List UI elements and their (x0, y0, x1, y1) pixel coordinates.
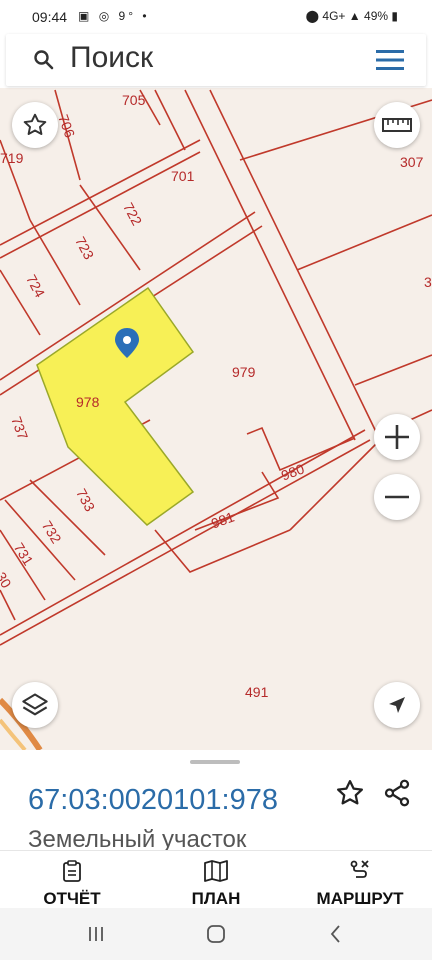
navigation-icon (389, 697, 405, 713)
route-button[interactable]: МАРШРУТ (288, 851, 432, 909)
report-button[interactable]: ОТЧЁТ (0, 851, 144, 909)
favorite-button[interactable] (12, 102, 58, 148)
sheet-drag-handle[interactable] (190, 760, 240, 764)
image-icon: ▣ (78, 9, 93, 23)
parcel-label: 978 (76, 394, 100, 410)
star-icon (23, 113, 47, 135)
action-bar: ОТЧЁТ ПЛАН МАРШРУТ (0, 850, 432, 909)
parcel-label: 979 (232, 364, 256, 380)
system-nav-bar (0, 908, 432, 960)
parcel-map-svg[interactable] (0, 88, 432, 750)
report-label: ОТЧЁТ (43, 889, 101, 908)
route-icon (350, 860, 369, 878)
back-icon[interactable] (324, 922, 348, 946)
recent-apps-icon[interactable] (84, 922, 108, 946)
ruler-icon (382, 118, 412, 132)
zoom-in-icon (385, 425, 409, 449)
plan-label: ПЛАН (191, 889, 241, 908)
status-bar: 09:44 ▣ ◎ 9° • ⬤ 4G+ ▲ 49% ▮ (0, 0, 432, 34)
zoom-out-icon (385, 495, 409, 499)
status-right: ⬤ 4G+ ▲ 49% ▮ (306, 9, 398, 23)
ruler-button[interactable] (374, 102, 420, 148)
cadastral-map[interactable]: 705 706 719 701 307 722 723 724 979 978 … (0, 88, 432, 750)
search-bar[interactable]: Поиск (6, 34, 426, 86)
selected-parcel-978[interactable] (36, 286, 195, 526)
cadastral-number: 67:03:0020101:978 (28, 784, 278, 816)
menu-icon[interactable] (376, 50, 404, 70)
status-left-icons: ▣ ◎ 9° • (78, 9, 150, 23)
network-indicator: 4G+ (322, 9, 346, 23)
parcel-label: 701 (171, 168, 195, 184)
parcel-label: 719 (0, 150, 24, 166)
location-icon: ⬤ (305, 9, 320, 23)
signal-icon: ▲ (348, 9, 361, 23)
parcel-label: 705 (122, 92, 146, 108)
share-icon[interactable] (382, 778, 412, 808)
zoom-in-button[interactable] (374, 414, 420, 460)
status-time: 09:44 (32, 9, 68, 25)
instagram-icon: ◎ (98, 9, 113, 23)
layers-icon (22, 693, 48, 716)
battery-icon: ▮ (391, 9, 398, 23)
parcel-label: 491 (245, 684, 269, 700)
battery-percent: 49% (364, 9, 389, 23)
weather-temp: 9° (118, 9, 136, 23)
layers-button[interactable] (12, 682, 58, 728)
search-icon[interactable] (32, 48, 56, 72)
star-icon[interactable] (335, 778, 365, 808)
zoom-out-button[interactable] (374, 474, 420, 520)
plan-button[interactable]: ПЛАН (144, 851, 288, 909)
route-label: МАРШРУТ (316, 889, 404, 908)
map-plan-icon (204, 860, 228, 882)
my-location-button[interactable] (374, 682, 420, 728)
home-icon[interactable] (204, 922, 228, 946)
dot-icon: • (142, 9, 150, 23)
search-input[interactable]: Поиск (70, 41, 153, 75)
parcel-label: 307 (400, 154, 424, 170)
parcel-label: 3 (424, 274, 432, 290)
report-icon (63, 860, 81, 882)
